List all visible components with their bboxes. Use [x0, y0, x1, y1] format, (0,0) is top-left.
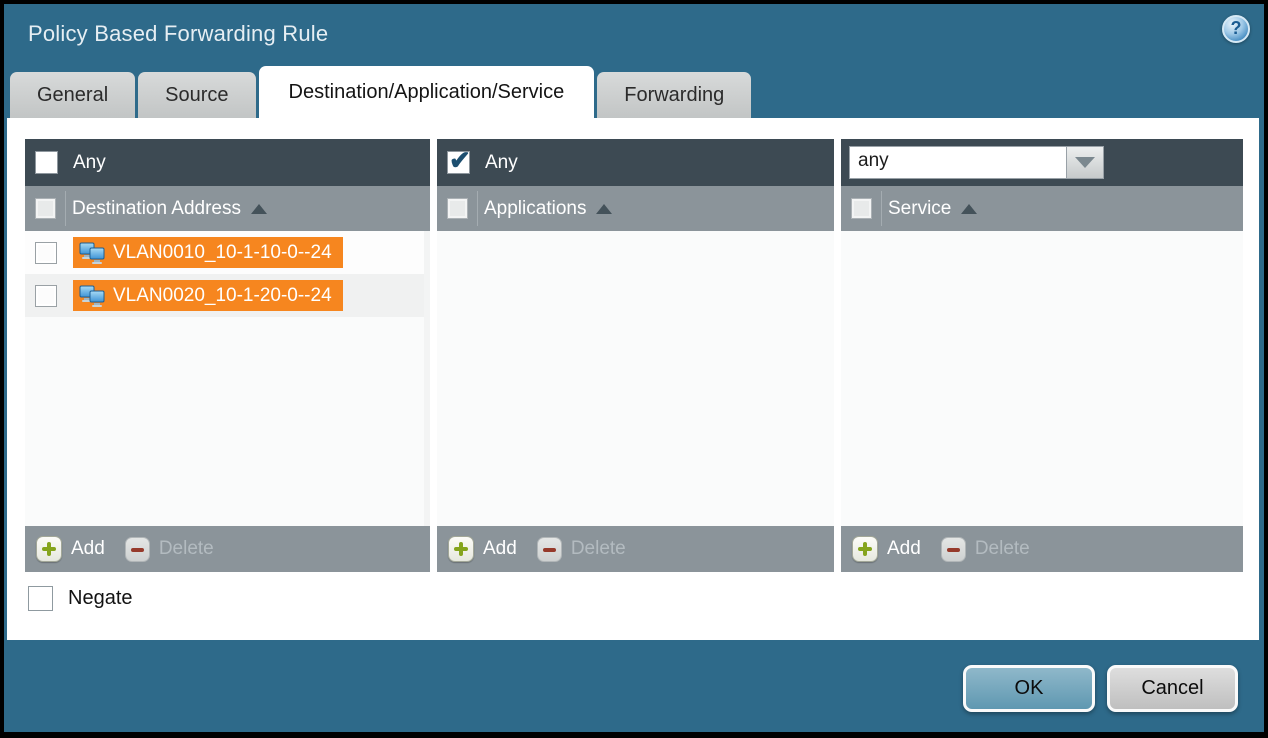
minus-icon	[537, 537, 562, 562]
plus-icon	[852, 536, 878, 562]
applications-panel: Any Applications Add Delete	[437, 139, 834, 572]
address-object-label: VLAN0020_10-1-20-0--24	[113, 285, 332, 307]
destination-address-list: VLAN0010_10-1-10-0--24	[25, 231, 430, 526]
scrollbar-gutter	[424, 231, 430, 526]
column-divider	[65, 191, 66, 226]
delete-application-button[interactable]: Delete	[537, 537, 626, 562]
sort-ascending-icon	[596, 204, 612, 214]
applications-column-label: Applications	[484, 198, 586, 220]
add-application-button[interactable]: Add	[448, 536, 517, 562]
applications-any-bar: Any	[437, 139, 834, 186]
destination-any-checkbox[interactable]	[35, 151, 58, 174]
applications-column-header[interactable]: Applications	[437, 186, 834, 231]
sort-ascending-icon	[961, 204, 977, 214]
applications-list	[437, 231, 834, 526]
service-panel: any Service Add	[841, 139, 1243, 572]
applications-panel-footer: Add Delete	[437, 526, 834, 572]
negate-label: Negate	[68, 587, 133, 610]
tab-destination-application-service[interactable]: Destination/Application/Service	[259, 66, 595, 118]
tab-source[interactable]: Source	[138, 72, 255, 118]
dialog-titlebar: Policy Based Forwarding Rule	[4, 4, 1264, 66]
destination-address-column-header[interactable]: Destination Address	[25, 186, 430, 231]
delete-button-label: Delete	[159, 538, 214, 560]
add-button-label: Add	[887, 538, 921, 560]
address-object-badge[interactable]: VLAN0020_10-1-20-0--24	[73, 280, 343, 311]
minus-icon	[941, 537, 966, 562]
ok-button[interactable]: OK	[963, 665, 1095, 712]
sort-ascending-icon	[251, 204, 267, 214]
add-button-label: Add	[71, 538, 105, 560]
column-divider	[881, 191, 882, 226]
tab-content: Any Destination Address	[7, 118, 1259, 640]
plus-icon	[36, 536, 62, 562]
add-destination-button[interactable]: Add	[36, 536, 105, 562]
address-object-label: VLAN0010_10-1-10-0--24	[113, 242, 332, 264]
service-dropdown-bar: any	[841, 139, 1243, 186]
row-checkbox[interactable]	[35, 242, 57, 264]
table-row[interactable]: VLAN0020_10-1-20-0--24	[25, 274, 424, 317]
delete-button-label: Delete	[571, 538, 626, 560]
address-object-badge[interactable]: VLAN0010_10-1-10-0--24	[73, 237, 343, 268]
service-dropdown-value[interactable]: any	[849, 146, 1067, 179]
dialog-footer: OK Cancel	[4, 640, 1264, 732]
service-dropdown[interactable]: any	[849, 146, 1104, 179]
service-select-all-checkbox[interactable]	[851, 198, 872, 219]
address-group-icon	[79, 284, 106, 308]
column-divider	[477, 191, 478, 226]
service-dropdown-button[interactable]	[1067, 146, 1104, 179]
screenshot-root: Policy Based Forwarding Rule General Sou…	[0, 0, 1268, 738]
negate-checkbox[interactable]	[28, 586, 53, 611]
destination-any-bar: Any	[25, 139, 430, 186]
cancel-button[interactable]: Cancel	[1107, 665, 1238, 712]
add-service-button[interactable]: Add	[852, 536, 921, 562]
destination-panel-footer: Add Delete	[25, 526, 430, 572]
service-list	[841, 231, 1243, 526]
tab-general[interactable]: General	[10, 72, 135, 118]
policy-based-forwarding-dialog: Policy Based Forwarding Rule General Sou…	[4, 4, 1264, 732]
minus-icon	[125, 537, 150, 562]
row-checkbox[interactable]	[35, 285, 57, 307]
service-column-header[interactable]: Service	[841, 186, 1243, 231]
dialog-title: Policy Based Forwarding Rule	[28, 21, 328, 47]
table-row[interactable]: VLAN0010_10-1-10-0--24	[25, 231, 424, 274]
destination-address-column-label: Destination Address	[72, 198, 241, 220]
add-button-label: Add	[483, 538, 517, 560]
applications-any-label: Any	[485, 152, 518, 174]
applications-any-checkbox[interactable]	[447, 151, 470, 174]
applications-select-all-checkbox[interactable]	[447, 198, 468, 219]
delete-button-label: Delete	[975, 538, 1030, 560]
negate-option: Negate	[28, 586, 133, 611]
tab-forwarding[interactable]: Forwarding	[597, 72, 751, 118]
service-column-label: Service	[888, 198, 951, 220]
delete-destination-button[interactable]: Delete	[125, 537, 214, 562]
service-panel-footer: Add Delete	[841, 526, 1243, 572]
delete-service-button[interactable]: Delete	[941, 537, 1030, 562]
destination-address-panel: Any Destination Address	[25, 139, 430, 572]
destination-select-all-checkbox[interactable]	[35, 198, 56, 219]
chevron-down-icon	[1075, 157, 1095, 168]
destination-any-label: Any	[73, 152, 106, 174]
address-group-icon	[79, 241, 106, 265]
tab-strip: General Source Destination/Application/S…	[10, 66, 1254, 118]
help-icon[interactable]	[1222, 15, 1250, 43]
plus-icon	[448, 536, 474, 562]
